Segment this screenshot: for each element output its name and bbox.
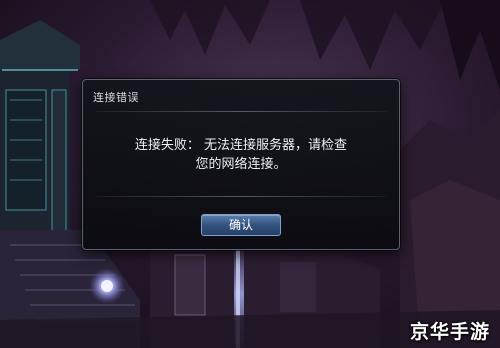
footer-divider: [95, 196, 387, 197]
watermark-logo: 京华手游: [409, 321, 490, 343]
error-message-line-1: 连接失败： 无法连接服务器，请检查: [134, 138, 348, 153]
connection-error-dialog: 连接错误 连接失败： 无法连接服务器，请检查 您的网络连接。 确认: [82, 79, 400, 250]
title-divider: [95, 111, 387, 112]
confirm-button[interactable]: 确认: [201, 214, 281, 236]
dialog-title: 连接错误: [93, 91, 139, 104]
error-message: 连接失败： 无法连接服务器，请检查 您的网络连接。: [103, 136, 379, 174]
error-message-line-2: 您的网络连接。: [195, 157, 287, 172]
